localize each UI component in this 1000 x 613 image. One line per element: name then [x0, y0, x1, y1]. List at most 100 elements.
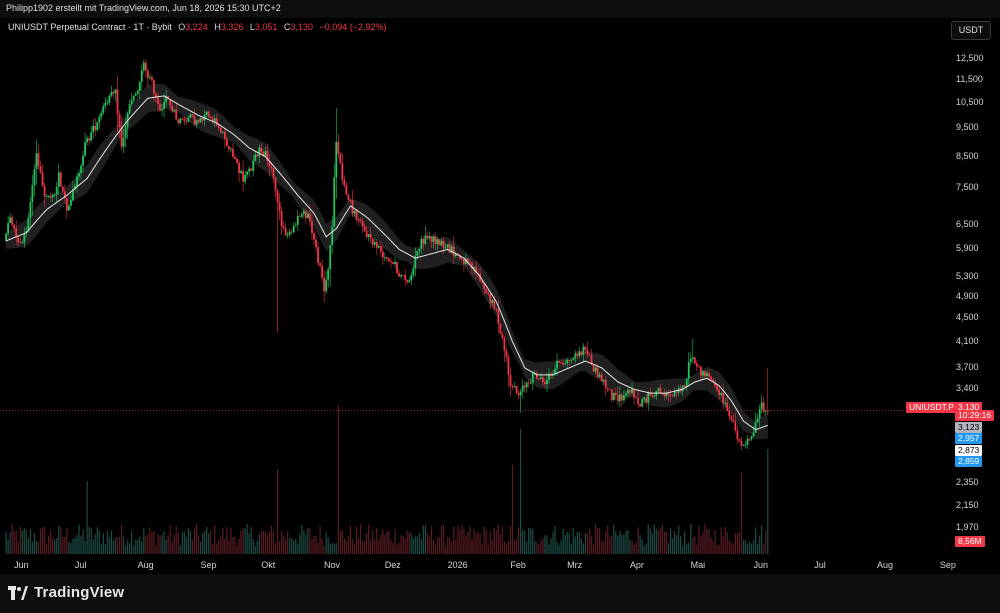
volume-bar	[655, 528, 657, 554]
volume-bar	[376, 527, 378, 554]
candle-body	[357, 219, 360, 221]
price-chart[interactable]	[0, 18, 944, 556]
volume-bar	[41, 526, 44, 554]
candle-body	[610, 389, 613, 401]
candle-body	[586, 349, 589, 355]
candle-down	[339, 151, 342, 165]
candle-body	[623, 395, 625, 401]
volume-bar	[530, 527, 532, 554]
volume-bar	[447, 536, 449, 554]
candle-body	[418, 248, 421, 252]
candle-body	[288, 231, 291, 235]
volume-bar	[112, 540, 115, 554]
candle-body	[321, 265, 323, 278]
candle-up	[394, 256, 396, 268]
tradingview-logo[interactable]: TradingView	[8, 584, 124, 601]
volume-bar	[621, 534, 623, 554]
volume-bar	[398, 543, 400, 554]
candle-body	[76, 176, 78, 186]
volume-bar	[329, 543, 331, 554]
currency-button[interactable]: USDT	[951, 21, 991, 40]
price-tick-label: 5,300	[956, 270, 979, 281]
volume-bar	[501, 526, 503, 554]
candle-body	[195, 120, 198, 125]
volume-bar	[299, 534, 301, 554]
volume-bar	[469, 526, 471, 554]
volume-bar	[240, 530, 242, 554]
volume-bar	[366, 533, 368, 554]
candle-body	[702, 371, 704, 376]
volume-bar	[603, 541, 605, 554]
candle-up	[647, 391, 650, 411]
volume-bar	[475, 532, 477, 554]
volume-bar	[483, 525, 485, 554]
volume-bar	[183, 531, 185, 554]
volume-bar	[159, 536, 161, 554]
candle-up	[760, 395, 763, 414]
volume-bar	[400, 535, 402, 554]
candle-body	[584, 346, 587, 350]
candle-body	[82, 155, 84, 166]
candle-down	[337, 133, 340, 159]
volume-bar	[157, 533, 159, 554]
candle-down	[507, 353, 510, 388]
volume-bar	[9, 532, 11, 554]
volume-bar	[457, 525, 459, 554]
candle-down	[730, 414, 733, 423]
volume-bar	[467, 531, 469, 554]
candle-body	[683, 385, 686, 387]
candle-up	[35, 139, 38, 185]
candle-body	[671, 395, 674, 397]
candle-body	[726, 402, 729, 411]
candle-body	[740, 441, 743, 446]
candle-down	[319, 261, 321, 268]
candle-down	[398, 269, 400, 278]
volume-bar	[623, 534, 625, 554]
volume-bar	[124, 545, 127, 554]
candle-up	[329, 245, 332, 287]
candle-body	[608, 389, 611, 391]
candle-down	[503, 335, 506, 363]
volume-bar	[615, 531, 617, 554]
candle-body	[15, 228, 18, 238]
volume-bar	[345, 541, 348, 554]
volume-bar	[605, 531, 607, 554]
volume-bar	[56, 537, 58, 554]
volume-bar	[280, 531, 283, 554]
volume-bar	[323, 545, 325, 554]
candle-body	[149, 77, 151, 79]
volume-bar	[686, 543, 688, 554]
candle-body	[681, 385, 684, 392]
volume-bar	[422, 525, 424, 554]
candle-body	[225, 138, 228, 146]
price-tick-label: 9,500	[956, 122, 979, 133]
candle-up	[57, 163, 60, 195]
candle-body	[298, 215, 301, 217]
volume-bar	[362, 541, 364, 554]
candle-body	[274, 177, 277, 191]
volume-bar	[258, 534, 260, 554]
candle-body	[400, 275, 402, 277]
volume-bar	[487, 545, 489, 554]
candle-up	[410, 271, 413, 286]
candle-down	[232, 143, 234, 159]
candle-down	[290, 228, 293, 235]
volume-bar	[11, 524, 13, 554]
candle-body	[566, 360, 569, 364]
volume-bar	[641, 538, 643, 554]
volume-bar	[90, 527, 92, 554]
volume-bar	[337, 405, 339, 554]
candle-body	[562, 363, 565, 365]
volume-bar	[343, 538, 345, 554]
volume-bar	[260, 531, 262, 554]
volume-bar	[100, 543, 102, 554]
candle-body	[84, 142, 86, 156]
candle-body	[343, 179, 346, 186]
candle-body	[136, 91, 139, 95]
volume-bar	[331, 543, 333, 554]
candle-body	[710, 376, 712, 380]
volume-bar	[673, 531, 676, 554]
volume-bar	[335, 543, 337, 554]
candle-body	[112, 92, 115, 94]
candle-body	[754, 422, 757, 433]
